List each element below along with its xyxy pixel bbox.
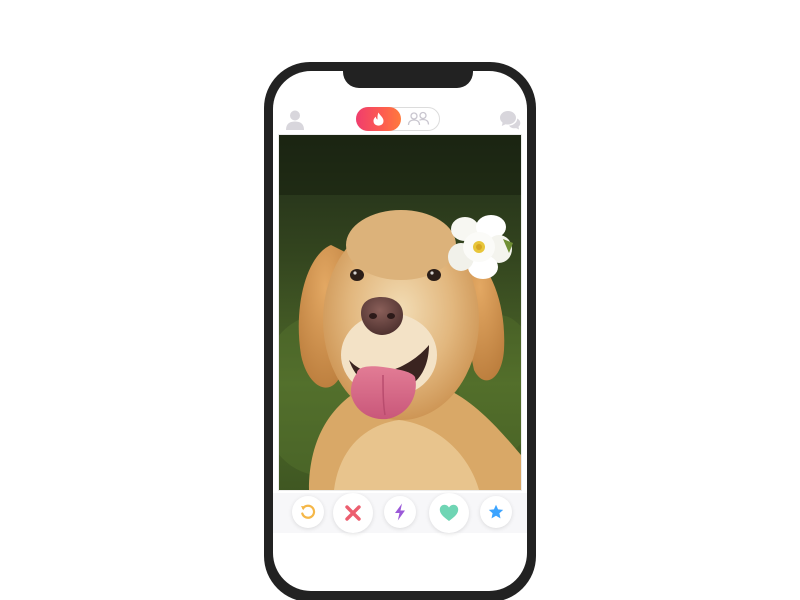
phone-frame: [264, 62, 536, 600]
discover-toggle[interactable]: [356, 107, 401, 131]
social-toggle[interactable]: [405, 111, 435, 127]
flame-icon: [373, 112, 384, 126]
lightning-icon: [395, 503, 405, 521]
rewind-button[interactable]: [292, 496, 324, 528]
x-icon: [345, 505, 361, 521]
action-bar: [273, 493, 527, 533]
chat-bubbles-icon[interactable]: [499, 109, 521, 131]
phone-notch: [343, 71, 473, 88]
profile-photo-card[interactable]: [279, 135, 521, 490]
boost-button[interactable]: [384, 496, 416, 528]
heart-icon: [439, 504, 459, 521]
app-stage: [0, 0, 800, 600]
person-icon[interactable]: [285, 109, 305, 131]
group-icon: [407, 111, 430, 126]
rewind-icon: [301, 504, 316, 519]
super-like-button[interactable]: [480, 496, 512, 528]
star-icon: [488, 504, 504, 519]
like-button[interactable]: [429, 493, 469, 533]
mode-toggle[interactable]: [356, 107, 440, 131]
profile-photo: [279, 135, 521, 490]
nope-button[interactable]: [333, 493, 373, 533]
phone-screen: [273, 71, 527, 591]
